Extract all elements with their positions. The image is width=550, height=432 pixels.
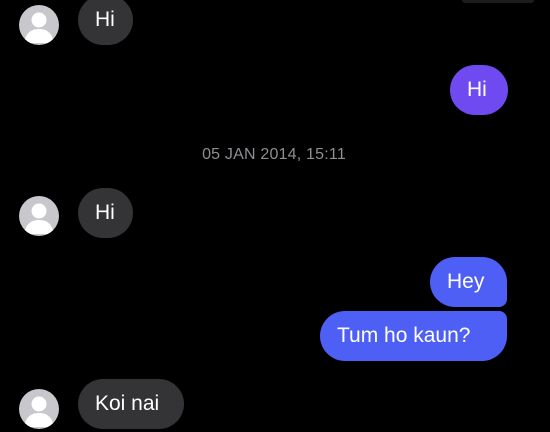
contact-avatar[interactable] xyxy=(19,196,59,236)
contact-avatar[interactable] xyxy=(19,5,59,45)
user-avatar-icon xyxy=(24,12,54,43)
message-text: Koi nai xyxy=(95,392,160,415)
outgoing-message-bubble[interactable]: Hey xyxy=(430,257,507,307)
message-text: Hi xyxy=(95,201,115,224)
chat-thread: Hi Hi 05 JAN 2014, 15:11 Hi Hey Tum ho k… xyxy=(0,0,550,432)
outgoing-message-bubble[interactable]: Tum ho kaun? xyxy=(320,311,507,361)
message-text: Tum ho kaun? xyxy=(337,324,471,347)
message-text: Hi xyxy=(95,8,115,31)
contact-avatar[interactable] xyxy=(19,389,59,429)
user-avatar-icon xyxy=(24,396,54,427)
conversation-timestamp: 05 JAN 2014, 15:11 xyxy=(202,146,346,163)
previous-message-edge xyxy=(462,0,534,3)
incoming-message-bubble[interactable]: Koi nai xyxy=(78,379,184,429)
message-text: Hi xyxy=(467,78,487,101)
user-avatar-icon xyxy=(24,203,54,234)
incoming-message-bubble[interactable]: Hi xyxy=(78,188,133,238)
message-text: Hey xyxy=(447,270,485,293)
incoming-message-bubble[interactable]: Hi xyxy=(78,0,133,45)
outgoing-message-bubble[interactable]: Hi xyxy=(450,65,508,115)
